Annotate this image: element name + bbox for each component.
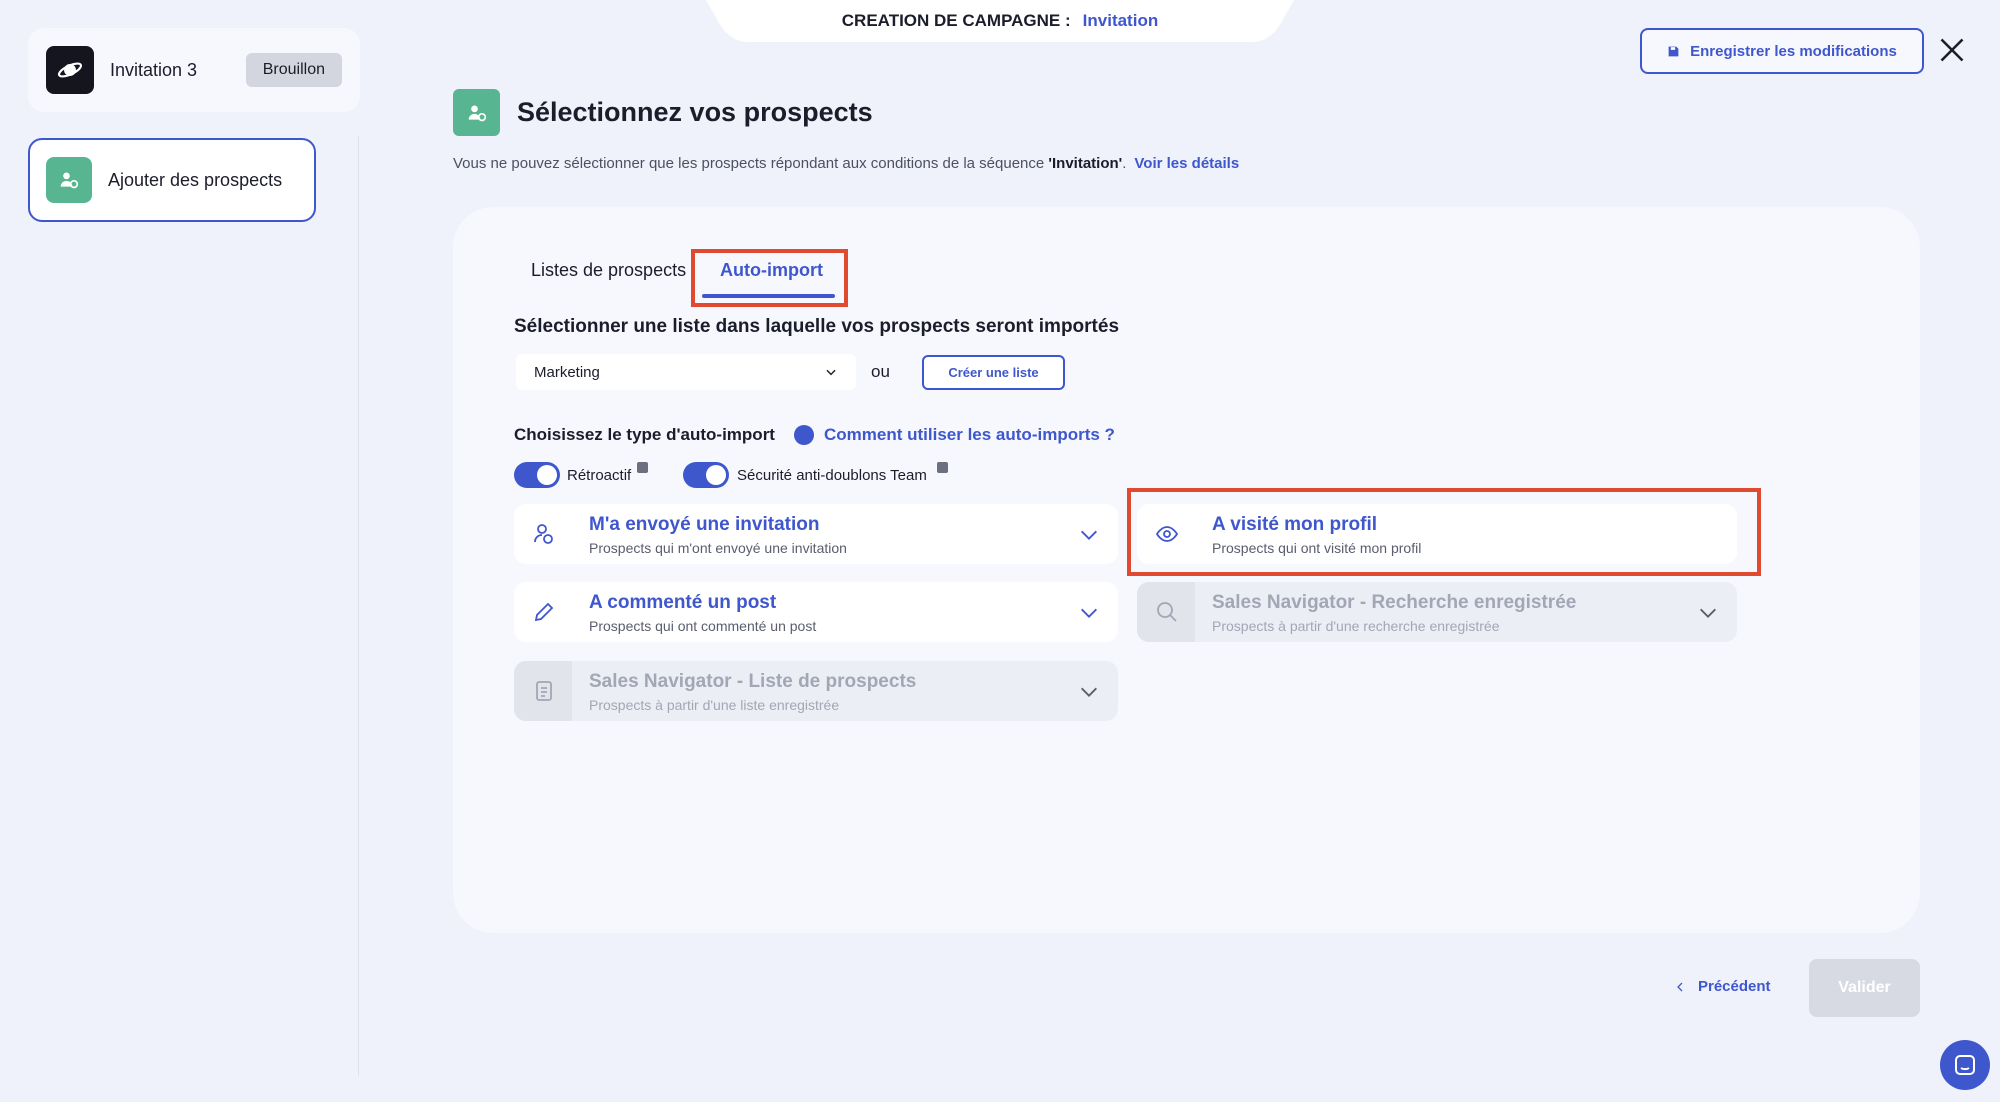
- list-dropdown-value: Marketing: [534, 363, 600, 381]
- toggle-anti-duplicates[interactable]: [683, 462, 729, 488]
- option-subtitle: Prospects qui ont commenté un post: [589, 618, 817, 634]
- subtitle-text: Vous ne pouvez sélectionner que les pros…: [453, 155, 1049, 172]
- campaign-creation-tab: CREATION DE CAMPAGNE : Invitation: [740, 0, 1260, 42]
- chevron-down-icon: [1700, 608, 1716, 618]
- user-invite-icon: [534, 524, 553, 544]
- previous-button[interactable]: Précédent: [1674, 978, 1771, 995]
- option-sent-invitation[interactable]: M'a envoyé une invitation Prospects qui …: [514, 504, 1118, 564]
- info-icon[interactable]: [637, 462, 648, 473]
- highlight-box-option: [1127, 488, 1761, 576]
- tab-prospect-lists[interactable]: Listes de prospects: [531, 260, 686, 281]
- toggle-retroactive-label: Rétroactif: [567, 467, 632, 484]
- save-button[interactable]: Enregistrer les modifications: [1640, 28, 1924, 74]
- or-label: ou: [871, 362, 890, 381]
- add-user-icon: [453, 89, 500, 136]
- close-icon[interactable]: [1938, 36, 1966, 64]
- option-title: Sales Navigator - Liste de prospects: [589, 671, 917, 692]
- search-icon: [1157, 602, 1177, 622]
- floppy-icon: [1668, 46, 1679, 56]
- campaign-creation-value: Invitation: [1082, 11, 1159, 30]
- step-label: Ajouter des prospects: [108, 169, 283, 190]
- campaign-name: Invitation 3: [110, 59, 198, 80]
- subtitle-end: .: [1122, 155, 1127, 172]
- status-badge: Brouillon: [245, 53, 342, 87]
- chevron-down-icon: [826, 369, 836, 376]
- list-icon: [536, 681, 552, 701]
- sidebar-divider: [358, 136, 359, 1076]
- highlight-box-tab: [691, 249, 848, 307]
- pencil-icon: [534, 602, 554, 622]
- autoimport-help-link[interactable]: Comment utiliser les auto-imports ?: [824, 425, 1115, 445]
- option-title: M'a envoyé une invitation: [589, 514, 820, 535]
- chat-button[interactable]: [1940, 1040, 1990, 1090]
- toggle-anti-duplicates-label: Sécurité anti-doublons Team: [737, 467, 927, 484]
- details-link[interactable]: Voir les détails: [1134, 155, 1239, 172]
- option-subtitle: Prospects qui m'ont envoyé une invitatio…: [589, 540, 847, 556]
- chevron-down-icon: [1081, 530, 1097, 540]
- option-subtitle: Prospects à partir d'une recherche enreg…: [1212, 618, 1500, 634]
- option-subtitle: Prospects à partir d'une liste enregistr…: [589, 697, 840, 713]
- autoimport-type-title: Choisissez le type d'auto-import: [514, 425, 775, 444]
- step-add-prospects[interactable]: Ajouter des prospects: [28, 138, 316, 222]
- option-sales-nav-list[interactable]: Sales Navigator - Liste de prospects Pro…: [514, 661, 1118, 721]
- info-icon[interactable]: [937, 462, 948, 473]
- campaign-card[interactable]: Invitation 3 Brouillon: [28, 28, 360, 112]
- planet-icon: [46, 46, 94, 94]
- page-title: Sélectionnez vos prospects: [517, 97, 873, 127]
- page-subtitle: Vous ne pouvez sélectionner que les pros…: [453, 155, 1239, 172]
- option-title: Sales Navigator - Recherche enregistrée: [1212, 592, 1577, 613]
- list-select-title: Sélectionner une liste dans laquelle vos…: [514, 316, 1120, 337]
- chat-icon: [1955, 1055, 1975, 1075]
- chevron-down-icon: [1081, 687, 1097, 697]
- campaign-creation-label: CREATION DE CAMPAGNE :: [841, 11, 1071, 30]
- previous-label: Précédent: [1698, 978, 1771, 995]
- create-list-button[interactable]: Créer une liste: [922, 355, 1065, 390]
- validate-button[interactable]: Valider: [1809, 959, 1920, 1017]
- save-label: Enregistrer les modifications: [1690, 42, 1897, 60]
- option-title: A commenté un post: [589, 592, 777, 613]
- help-icon: [794, 425, 814, 445]
- add-user-icon: [46, 157, 92, 203]
- chevron-down-icon: [1081, 608, 1097, 618]
- list-dropdown[interactable]: Marketing: [516, 354, 856, 390]
- option-sales-nav-search[interactable]: Sales Navigator - Recherche enregistrée …: [1137, 582, 1737, 642]
- toggle-retroactive[interactable]: [514, 462, 560, 488]
- subtitle-sequence: 'Invitation': [1048, 155, 1123, 172]
- option-commented-post[interactable]: A commenté un post Prospects qui ont com…: [514, 582, 1118, 642]
- chevron-left-icon: [1677, 982, 1683, 991]
